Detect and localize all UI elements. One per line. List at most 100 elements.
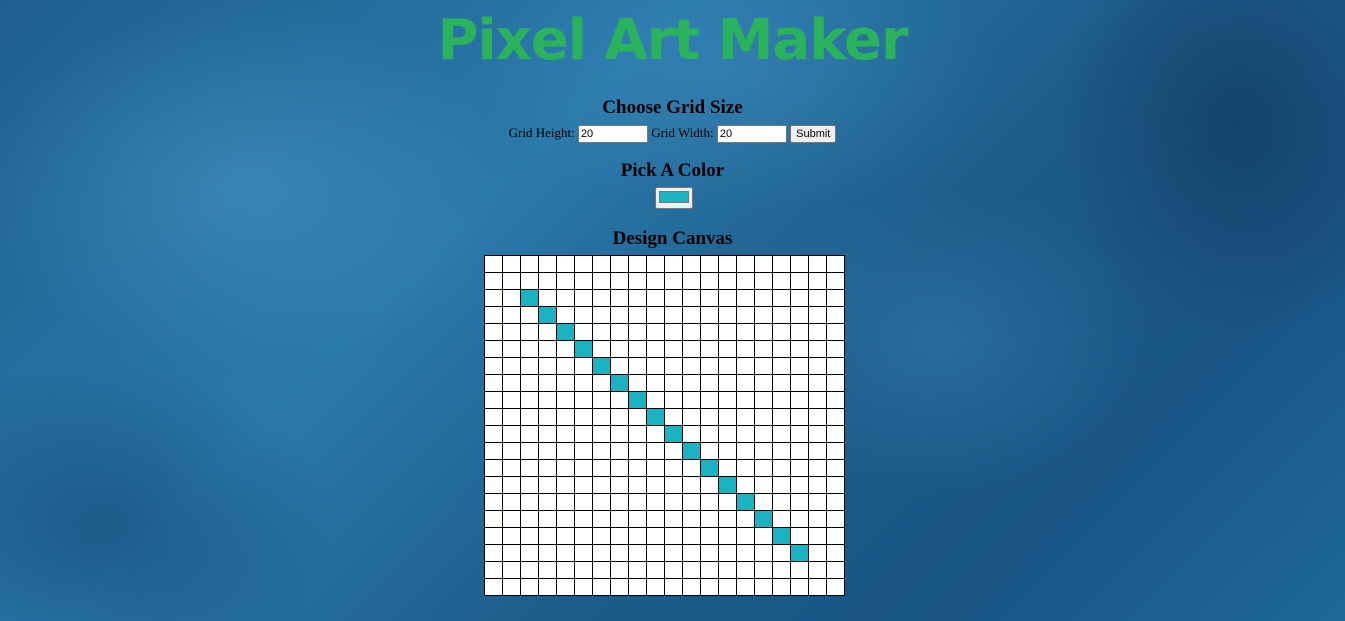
- canvas-cell[interactable]: [772, 527, 791, 545]
- canvas-cell[interactable]: [556, 476, 575, 494]
- canvas-cell[interactable]: [826, 459, 845, 477]
- canvas-cell[interactable]: [790, 289, 809, 307]
- canvas-cell[interactable]: [772, 544, 791, 562]
- canvas-cell[interactable]: [520, 476, 539, 494]
- canvas-cell[interactable]: [556, 442, 575, 460]
- canvas-cell[interactable]: [700, 459, 719, 477]
- canvas-cell[interactable]: [520, 391, 539, 409]
- canvas-cell[interactable]: [592, 255, 611, 273]
- canvas-cell[interactable]: [718, 408, 737, 426]
- canvas-cell[interactable]: [484, 374, 503, 392]
- canvas-cell[interactable]: [736, 323, 755, 341]
- canvas-cell[interactable]: [484, 323, 503, 341]
- canvas-cell[interactable]: [520, 289, 539, 307]
- canvas-cell[interactable]: [628, 323, 647, 341]
- canvas-cell[interactable]: [484, 561, 503, 579]
- canvas-cell[interactable]: [790, 323, 809, 341]
- canvas-cell[interactable]: [592, 493, 611, 511]
- canvas-cell[interactable]: [538, 493, 557, 511]
- canvas-cell[interactable]: [700, 340, 719, 358]
- canvas-cell[interactable]: [484, 476, 503, 494]
- canvas-cell[interactable]: [520, 527, 539, 545]
- canvas-cell[interactable]: [772, 340, 791, 358]
- canvas-cell[interactable]: [772, 408, 791, 426]
- canvas-cell[interactable]: [610, 527, 629, 545]
- canvas-cell[interactable]: [700, 527, 719, 545]
- canvas-cell[interactable]: [808, 272, 827, 290]
- canvas-cell[interactable]: [754, 442, 773, 460]
- canvas-cell[interactable]: [772, 374, 791, 392]
- canvas-cell[interactable]: [646, 323, 665, 341]
- canvas-cell[interactable]: [502, 340, 521, 358]
- canvas-cell[interactable]: [664, 340, 683, 358]
- canvas-cell[interactable]: [682, 374, 701, 392]
- canvas-cell[interactable]: [736, 442, 755, 460]
- canvas-cell[interactable]: [592, 442, 611, 460]
- canvas-cell[interactable]: [556, 459, 575, 477]
- canvas-cell[interactable]: [772, 442, 791, 460]
- canvas-cell[interactable]: [790, 510, 809, 528]
- canvas-cell[interactable]: [772, 272, 791, 290]
- canvas-cell[interactable]: [538, 510, 557, 528]
- canvas-cell[interactable]: [484, 391, 503, 409]
- canvas-cell[interactable]: [646, 493, 665, 511]
- canvas-cell[interactable]: [790, 425, 809, 443]
- canvas-cell[interactable]: [628, 374, 647, 392]
- canvas-cell[interactable]: [826, 476, 845, 494]
- canvas-cell[interactable]: [664, 493, 683, 511]
- canvas-cell[interactable]: [664, 272, 683, 290]
- canvas-cell[interactable]: [736, 459, 755, 477]
- canvas-cell[interactable]: [754, 391, 773, 409]
- canvas-cell[interactable]: [790, 578, 809, 596]
- canvas-cell[interactable]: [736, 527, 755, 545]
- canvas-cell[interactable]: [556, 561, 575, 579]
- canvas-cell[interactable]: [826, 493, 845, 511]
- canvas-cell[interactable]: [772, 578, 791, 596]
- canvas-cell[interactable]: [664, 425, 683, 443]
- canvas-cell[interactable]: [664, 476, 683, 494]
- canvas-cell[interactable]: [520, 561, 539, 579]
- canvas-cell[interactable]: [556, 255, 575, 273]
- canvas-cell[interactable]: [538, 289, 557, 307]
- canvas-cell[interactable]: [628, 289, 647, 307]
- canvas-cell[interactable]: [538, 459, 557, 477]
- canvas-cell[interactable]: [754, 289, 773, 307]
- canvas-cell[interactable]: [574, 289, 593, 307]
- canvas-cell[interactable]: [736, 340, 755, 358]
- canvas-cell[interactable]: [718, 459, 737, 477]
- canvas-cell[interactable]: [628, 408, 647, 426]
- canvas-cell[interactable]: [826, 255, 845, 273]
- canvas-cell[interactable]: [664, 323, 683, 341]
- canvas-cell[interactable]: [790, 306, 809, 324]
- canvas-cell[interactable]: [520, 272, 539, 290]
- canvas-cell[interactable]: [538, 374, 557, 392]
- canvas-cell[interactable]: [772, 323, 791, 341]
- canvas-cell[interactable]: [538, 408, 557, 426]
- canvas-cell[interactable]: [502, 459, 521, 477]
- canvas-cell[interactable]: [808, 323, 827, 341]
- canvas-cell[interactable]: [772, 357, 791, 375]
- canvas-cell[interactable]: [556, 289, 575, 307]
- canvas-cell[interactable]: [718, 510, 737, 528]
- canvas-cell[interactable]: [628, 255, 647, 273]
- canvas-cell[interactable]: [628, 357, 647, 375]
- canvas-cell[interactable]: [664, 357, 683, 375]
- canvas-cell[interactable]: [574, 561, 593, 579]
- canvas-cell[interactable]: [520, 510, 539, 528]
- canvas-cell[interactable]: [538, 323, 557, 341]
- canvas-cell[interactable]: [574, 425, 593, 443]
- canvas-cell[interactable]: [754, 306, 773, 324]
- canvas-cell[interactable]: [610, 323, 629, 341]
- canvas-cell[interactable]: [646, 272, 665, 290]
- canvas-cell[interactable]: [754, 561, 773, 579]
- canvas-cell[interactable]: [664, 374, 683, 392]
- canvas-cell[interactable]: [502, 544, 521, 562]
- canvas-cell[interactable]: [790, 459, 809, 477]
- canvas-cell[interactable]: [790, 561, 809, 579]
- canvas-cell[interactable]: [628, 442, 647, 460]
- canvas-cell[interactable]: [700, 289, 719, 307]
- canvas-cell[interactable]: [610, 578, 629, 596]
- canvas-cell[interactable]: [718, 442, 737, 460]
- canvas-cell[interactable]: [700, 425, 719, 443]
- canvas-cell[interactable]: [610, 272, 629, 290]
